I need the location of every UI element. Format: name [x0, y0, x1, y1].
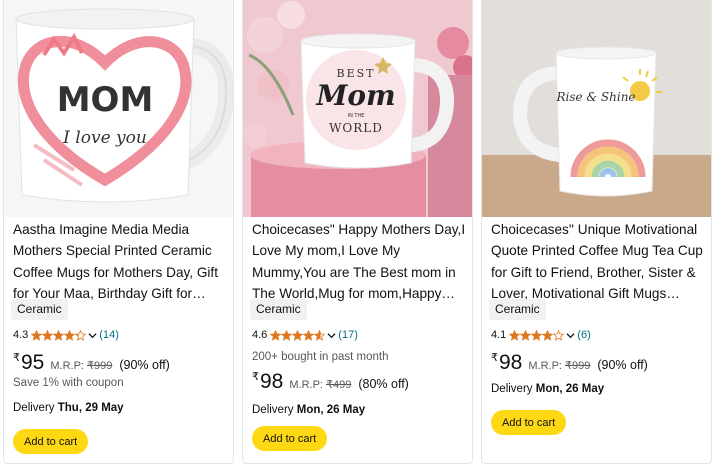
chevron-down-icon[interactable] — [327, 331, 336, 340]
rating-value: 4.6 — [252, 329, 268, 341]
mrp-label: M.R.P: — [528, 360, 562, 372]
bought-count: 200+ bought in past month — [252, 351, 389, 363]
star-rating — [270, 329, 326, 341]
discount-text: (90% off) — [597, 358, 648, 372]
delivery-info: Delivery Thu, 29 May — [13, 402, 124, 414]
material-badge: Ceramic — [250, 299, 307, 320]
mug-mom-love-you-image: MOM I love you — [4, 0, 233, 217]
mrp-label: M.R.P: — [289, 379, 323, 391]
mug-best-mom-image: BEST Mom IN THE WORLD — [243, 0, 472, 217]
mug-rise-shine-image: Rise & Shine — [482, 0, 711, 217]
mrp-value: ₹499 — [325, 379, 352, 391]
mug-text-in-the: IN THE — [348, 113, 365, 119]
product-card[interactable]: Rise & Shine Choicecases'' Unique Motiva… — [481, 0, 712, 464]
star-icon — [75, 329, 87, 341]
discount-text: (90% off) — [119, 358, 170, 372]
delivery-date: Mon, 26 May — [535, 383, 605, 395]
rating-value: 4.1 — [491, 329, 507, 341]
coupon-text: Save 1% with coupon — [13, 377, 124, 389]
chevron-down-icon[interactable] — [566, 331, 575, 340]
rating-row[interactable]: 4.3 (14) — [13, 328, 119, 342]
price-row: ₹ 98 M.R.P: ₹999 (90% off) — [491, 351, 648, 375]
product-image[interactable]: BEST Mom IN THE WORLD — [243, 0, 472, 217]
mug-text-mom: Mom — [315, 79, 395, 112]
delivery-label: Delivery — [252, 404, 294, 416]
price-row: ₹ 95 M.R.P: ₹999 (90% off) — [13, 351, 170, 375]
product-title[interactable]: Aastha Imagine Media Media Mothers Speci… — [13, 219, 227, 304]
delivery-info: Delivery Mon, 26 May — [252, 404, 365, 416]
rating-row[interactable]: 4.1 (6) — [491, 328, 591, 342]
mrp-value: ₹999 — [86, 360, 113, 372]
rating-value: 4.3 — [13, 329, 29, 341]
star-icon — [64, 329, 76, 341]
review-count-link[interactable]: (6) — [577, 329, 590, 341]
add-to-cart-button[interactable]: Add to cart — [13, 429, 89, 454]
product-title[interactable]: Choicecases" Happy Mothers Day,I Love My… — [252, 219, 466, 304]
price-row: ₹ 98 M.R.P: ₹499 (80% off) — [252, 370, 409, 394]
delivery-info: Delivery Mon, 26 May — [491, 383, 604, 395]
review-count-link[interactable]: (17) — [338, 329, 358, 341]
material-badge: Ceramic — [489, 299, 546, 320]
delivery-date: Thu, 29 May — [57, 402, 124, 414]
star-icon — [53, 329, 65, 341]
star-icon — [314, 329, 326, 341]
star-icon — [281, 329, 293, 341]
delivery-label: Delivery — [13, 402, 55, 414]
material-badge: Ceramic — [11, 299, 68, 320]
add-to-cart-button[interactable]: Add to cart — [252, 426, 328, 451]
mrp-label: M.R.P: — [50, 360, 84, 372]
product-image[interactable]: Rise & Shine — [482, 0, 711, 217]
star-icon — [270, 329, 282, 341]
price-amount: 98 — [499, 351, 523, 374]
star-icon — [531, 329, 543, 341]
price-amount: 98 — [260, 370, 284, 393]
product-grid: MOM I love you Aastha Imagine Media Medi… — [0, 0, 716, 470]
star-rating — [509, 329, 565, 341]
mrp-value: ₹999 — [564, 360, 591, 372]
product-card[interactable]: BEST Mom IN THE WORLD Choicecases" Happy… — [242, 0, 473, 464]
star-icon — [303, 329, 315, 341]
add-to-cart-button[interactable]: Add to cart — [491, 410, 567, 435]
mug-text-world: WORLD — [329, 121, 383, 135]
star-icon — [509, 329, 521, 341]
product-image[interactable]: MOM I love you — [4, 0, 233, 217]
mug-text-love: I love you — [62, 128, 147, 148]
product-title[interactable]: Choicecases'' Unique Motivational Quote … — [491, 219, 705, 304]
star-icon — [31, 329, 43, 341]
star-icon — [553, 329, 565, 341]
product-card[interactable]: MOM I love you Aastha Imagine Media Medi… — [3, 0, 234, 464]
delivery-label: Delivery — [491, 383, 533, 395]
delivery-date: Mon, 26 May — [296, 404, 366, 416]
price-currency: ₹ — [252, 371, 259, 383]
price-amount: 95 — [21, 351, 45, 374]
review-count-link[interactable]: (14) — [99, 329, 119, 341]
mug-text-rise-shine: Rise & Shine — [555, 90, 635, 104]
chevron-down-icon[interactable] — [88, 331, 97, 340]
price-currency: ₹ — [491, 352, 498, 364]
star-rating — [31, 329, 87, 341]
star-icon — [520, 329, 532, 341]
price-currency: ₹ — [13, 352, 20, 364]
discount-text: (80% off) — [358, 377, 409, 391]
star-icon — [292, 329, 304, 341]
star-icon — [542, 329, 554, 341]
star-icon — [42, 329, 54, 341]
rating-row[interactable]: 4.6 (17) — [252, 328, 358, 342]
mug-text-mom: MOM — [57, 80, 154, 120]
